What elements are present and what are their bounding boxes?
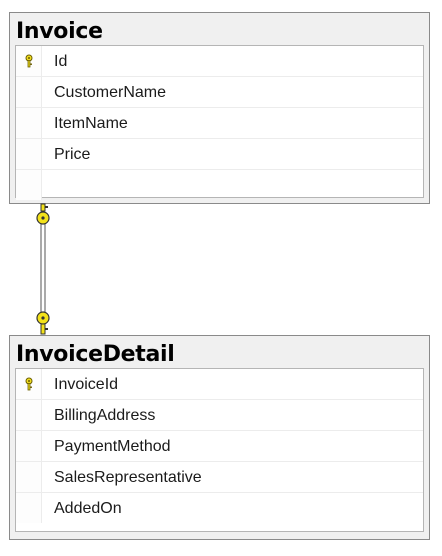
- column-row-customername[interactable]: CustomerName: [16, 77, 423, 108]
- row-selector[interactable]: [16, 431, 42, 461]
- row-selector[interactable]: [16, 493, 42, 523]
- relationship-line[interactable]: [30, 200, 56, 338]
- column-row-salesrepresentative[interactable]: SalesRepresentative: [16, 462, 423, 493]
- column-list: Id CustomerName ItemName Price: [15, 45, 424, 200]
- invoicedetail-table[interactable]: InvoiceDetail InvoiceId BillingAddress P…: [9, 335, 430, 540]
- key-icon: [36, 311, 50, 335]
- column-row-new[interactable]: [16, 170, 423, 200]
- column-row-billingaddress[interactable]: BillingAddress: [16, 400, 423, 431]
- row-selector[interactable]: [16, 108, 42, 138]
- column-name[interactable]: BillingAddress: [54, 400, 155, 431]
- column-row-invoiceid[interactable]: InvoiceId: [16, 369, 423, 400]
- column-name[interactable]: ItemName: [54, 108, 128, 139]
- primary-key-icon: [25, 54, 33, 68]
- column-name[interactable]: SalesRepresentative: [54, 462, 202, 493]
- column-row-itemname[interactable]: ItemName: [16, 108, 423, 139]
- primary-key-icon: [25, 377, 33, 391]
- key-icon: [36, 203, 50, 225]
- column-row-paymentmethod[interactable]: PaymentMethod: [16, 431, 423, 462]
- column-name[interactable]: Id: [54, 46, 67, 77]
- column-name[interactable]: InvoiceId: [54, 369, 118, 400]
- row-selector[interactable]: [16, 139, 42, 169]
- column-row-addedon[interactable]: AddedOn: [16, 493, 423, 523]
- column-name[interactable]: AddedOn: [54, 493, 122, 524]
- row-selector[interactable]: [16, 170, 42, 200]
- column-name[interactable]: PaymentMethod: [54, 431, 171, 462]
- row-selector[interactable]: [16, 400, 42, 430]
- column-row-id[interactable]: Id: [16, 46, 423, 77]
- table-title[interactable]: InvoiceDetail: [10, 336, 429, 368]
- row-selector[interactable]: [16, 46, 42, 76]
- invoice-table[interactable]: Invoice Id CustomerName ItemName Price: [9, 12, 430, 204]
- row-selector[interactable]: [16, 77, 42, 107]
- row-selector[interactable]: [16, 369, 42, 399]
- column-row-price[interactable]: Price: [16, 139, 423, 170]
- row-selector[interactable]: [16, 462, 42, 492]
- table-title[interactable]: Invoice: [10, 13, 429, 45]
- column-name[interactable]: Price: [54, 139, 90, 170]
- column-name[interactable]: CustomerName: [54, 77, 166, 108]
- column-list: InvoiceId BillingAddress PaymentMethod S…: [15, 368, 424, 532]
